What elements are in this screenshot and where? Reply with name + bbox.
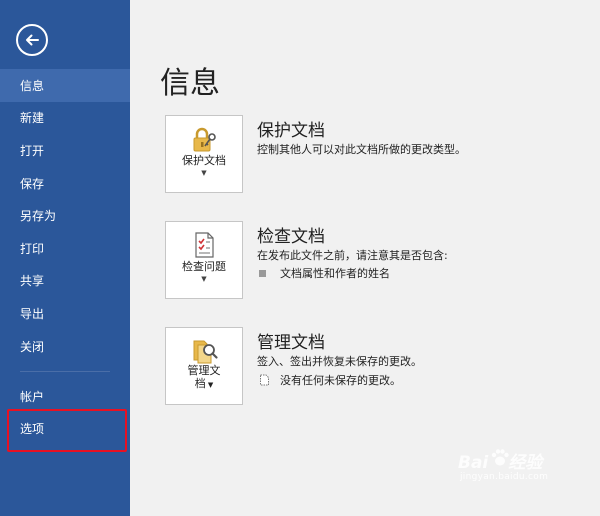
sidebar-item-new[interactable]: 新建: [0, 102, 130, 135]
sidebar-item-save[interactable]: 保存: [0, 167, 130, 200]
sidebar-item-close[interactable]: 关闭: [0, 330, 130, 363]
chevron-down-icon: ▼: [201, 169, 207, 177]
sidebar-item-open[interactable]: 打开: [0, 134, 130, 167]
list-item: 没有任何未保存的更改。: [259, 372, 401, 388]
sidebar-item-account[interactable]: 帐户: [0, 380, 130, 413]
chevron-down-icon: ▼: [201, 275, 207, 283]
options-highlight-box: [7, 409, 127, 452]
button-label: 检查问题: [182, 260, 226, 273]
document-small-icon: [260, 374, 269, 386]
sidebar-item-label: 打开: [20, 143, 45, 158]
sidebar-item-label: 打印: [20, 241, 45, 256]
sidebar-item-info[interactable]: 信息: [0, 69, 130, 102]
back-button[interactable]: [16, 24, 48, 56]
sidebar-item-export[interactable]: 导出: [0, 297, 130, 330]
sidebar-item-label: 新建: [20, 111, 45, 126]
info-panel: 信息 保护文档 ▼ 保护文档 控制其他人可以对此文档所做的更改类型。 检查问题 …: [130, 0, 600, 516]
watermark-url: jingyan.baidu.com: [460, 472, 549, 482]
bullet-text: 文档属性和作者的姓名: [280, 267, 390, 280]
baidu-watermark: Bai 经验 jingyan.baidu.com: [458, 448, 568, 488]
sidebar-item-save-as[interactable]: 另存为: [0, 199, 130, 232]
section-desc-inspect: 在发布此文件之前，请注意其是否包含:: [257, 249, 448, 262]
sidebar-item-label: 保存: [20, 176, 45, 191]
bullet-square-icon: [259, 269, 266, 277]
sidebar-item-share[interactable]: 共享: [0, 265, 130, 298]
check-for-issues-button[interactable]: 检查问题 ▼: [165, 221, 243, 299]
button-label-line1: 管理文: [187, 364, 221, 377]
section-desc-protect: 控制其他人可以对此文档所做的更改类型。: [257, 143, 466, 156]
protect-document-button[interactable]: 保护文档 ▼: [165, 115, 243, 193]
watermark-brand-cjk: 经验: [508, 453, 543, 473]
document-search-icon: [193, 340, 218, 364]
button-label: 保护文档: [182, 154, 226, 167]
button-label-line2: 档 ▼: [195, 377, 214, 392]
section-title-inspect: 检查文档: [257, 227, 325, 247]
button-label-line2-text: 档: [194, 377, 206, 390]
list-item: 文档属性和作者的姓名: [259, 265, 390, 281]
sidebar-nav: 信息 新建 打开 保存 另存为 打印 共享 导出 关闭: [0, 69, 130, 362]
watermark-brand-latin: Bai: [458, 453, 489, 473]
paw-logo-icon: [491, 449, 509, 466]
sidebar-item-print[interactable]: 打印: [0, 232, 130, 265]
sidebar-item-label: 信息: [20, 78, 45, 93]
bullet-text: 没有任何未保存的更改。: [280, 374, 401, 387]
sidebar-item-label: 导出: [20, 306, 45, 321]
section-title-protect: 保护文档: [257, 121, 325, 141]
checklist-document-icon: [195, 232, 214, 258]
section-title-manage: 管理文档: [257, 333, 325, 353]
sidebar-item-label: 共享: [20, 274, 45, 289]
sidebar-item-label: 帐户: [20, 389, 45, 404]
page-title: 信息: [160, 66, 220, 101]
sidebar-item-label: 另存为: [20, 209, 57, 224]
chevron-down-icon: ▼: [205, 381, 214, 389]
backstage-sidebar: 信息 新建 打开 保存 另存为 打印 共享 导出 关闭 帐户 选项: [0, 0, 130, 516]
manage-document-button[interactable]: 管理文 档 ▼: [165, 327, 243, 405]
sidebar-divider: [20, 371, 110, 372]
back-arrow-icon: [26, 34, 39, 46]
section-desc-manage: 签入、签出并恢复未保存的更改。: [257, 355, 422, 368]
sidebar-item-label: 关闭: [20, 339, 45, 354]
lock-key-icon: [193, 127, 216, 152]
